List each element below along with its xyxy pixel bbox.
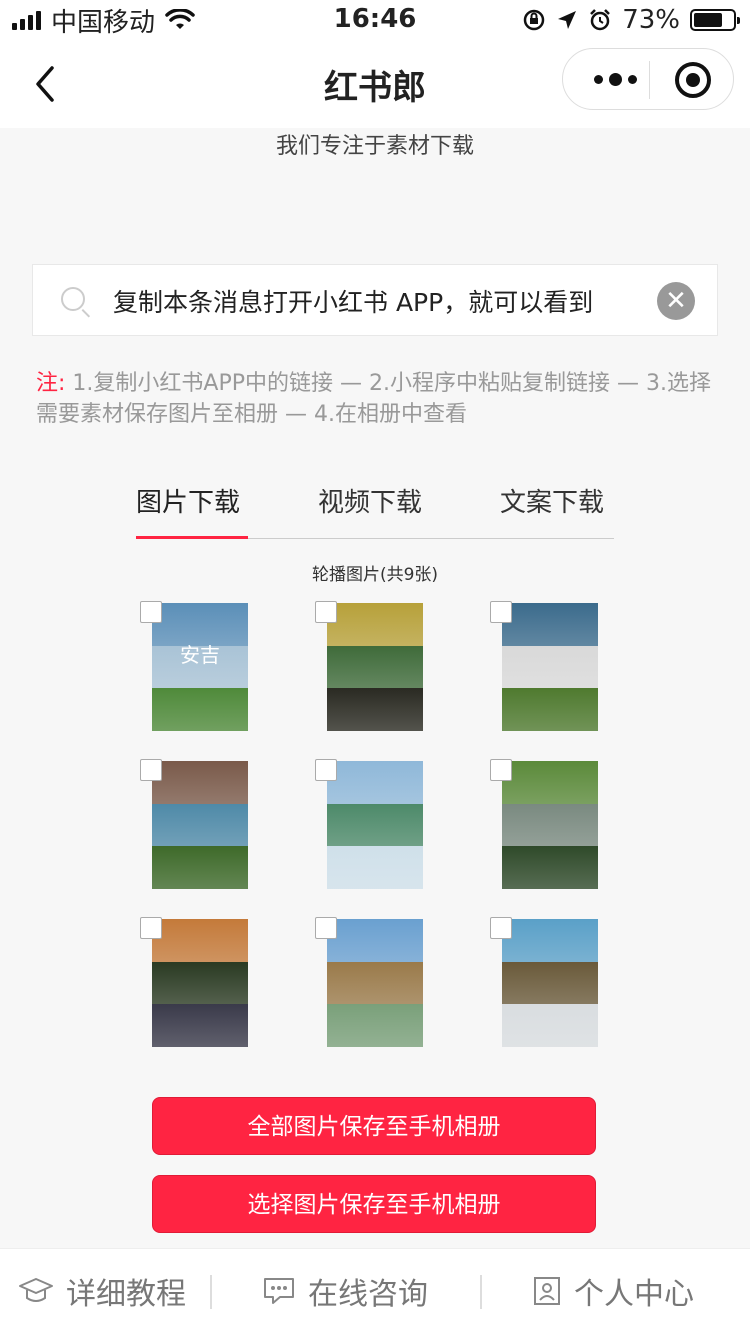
nav-bar: 红书郎	[0, 40, 750, 128]
image-segment	[327, 761, 423, 804]
battery-icon	[690, 9, 740, 31]
bottom-divider	[480, 1275, 482, 1309]
target-icon[interactable]	[675, 62, 711, 98]
image-segment	[152, 919, 248, 962]
bottom-tab-consult[interactable]: 在线咨询	[262, 1271, 428, 1312]
image-segment	[152, 688, 248, 731]
image-checkbox[interactable]	[315, 917, 337, 939]
download-tabs: 图片下载 视频下载 文案下载	[136, 474, 614, 539]
image-segment	[502, 1004, 598, 1047]
image-thumbnail[interactable]	[502, 603, 598, 731]
image-segment	[502, 961, 598, 1005]
image-segment	[502, 688, 598, 731]
mini-program-capsule	[562, 48, 734, 110]
image-segment	[327, 603, 423, 646]
image-segment	[502, 761, 598, 804]
location-icon	[558, 11, 577, 29]
image-segment	[502, 603, 598, 646]
bottom-tab-tutorial[interactable]: 详细教程	[18, 1271, 186, 1312]
save-selected-button[interactable]: 选择图片保存至手机相册	[152, 1175, 596, 1233]
bottom-tab-profile[interactable]: 个人中心	[532, 1271, 694, 1312]
chat-bubble-icon	[264, 1278, 294, 1304]
image-segment	[327, 919, 423, 962]
image-checkbox[interactable]	[315, 759, 337, 781]
notice-label: 注:	[36, 371, 66, 396]
image-segment	[152, 761, 248, 804]
image-checkbox[interactable]	[490, 601, 512, 623]
tab-video-download[interactable]: 视频下载	[318, 482, 422, 519]
bottom-tab-label: 在线咨询	[308, 1277, 428, 1312]
image-segment	[152, 846, 248, 889]
instructions-notice: 注: 1.复制小红书APP中的链接 — 2.小程序中粘贴复制链接 — 3.选择需…	[36, 368, 716, 430]
image-checkbox[interactable]	[140, 601, 162, 623]
image-checkbox[interactable]	[315, 601, 337, 623]
search-icon	[61, 287, 85, 311]
image-segment	[152, 1004, 248, 1047]
image-segment	[327, 688, 423, 731]
rotation-lock-icon	[523, 9, 545, 31]
tab-copy-download[interactable]: 文案下载	[500, 482, 604, 519]
more-dots-icon[interactable]	[587, 66, 643, 92]
image-overlay-text: 安吉	[180, 643, 220, 667]
page-subtitle: 我们专注于素材下载	[275, 134, 474, 159]
image-segment	[327, 961, 423, 1005]
image-thumbnail[interactable]	[502, 919, 598, 1047]
image-checkbox[interactable]	[490, 917, 512, 939]
image-count: 轮播图片(共9张)	[311, 565, 439, 585]
image-segment	[502, 645, 598, 689]
image-thumbnail[interactable]	[327, 603, 423, 731]
notice-text: 1.复制小红书APP中的链接 — 2.小程序中粘贴复制链接 — 3.选择需要素材…	[36, 371, 711, 427]
graduation-cap-icon	[19, 1278, 53, 1302]
bottom-tab-label: 个人中心	[574, 1277, 694, 1312]
image-segment	[327, 1004, 423, 1047]
image-segment	[502, 803, 598, 847]
image-checkbox[interactable]	[490, 759, 512, 781]
image-thumbnail[interactable]	[152, 919, 248, 1047]
image-thumbnail[interactable]: 安吉	[152, 603, 248, 731]
image-checkbox[interactable]	[140, 759, 162, 781]
image-thumbnail[interactable]	[327, 919, 423, 1047]
status-bar: 中国移动 16:46 73%	[0, 0, 750, 40]
image-thumbnail[interactable]	[502, 761, 598, 889]
tab-image-download[interactable]: 图片下载	[136, 482, 240, 519]
image-segment	[327, 645, 423, 689]
alarm-icon	[590, 9, 611, 31]
link-search-box: ✕	[32, 264, 718, 336]
image-thumbnail[interactable]	[327, 761, 423, 889]
image-thumbnail[interactable]	[152, 761, 248, 889]
image-checkbox[interactable]	[140, 917, 162, 939]
bottom-tab-label: 详细教程	[66, 1277, 186, 1312]
capsule-divider	[649, 61, 650, 99]
image-segment	[152, 961, 248, 1005]
clear-icon[interactable]: ✕	[657, 282, 695, 320]
image-segment	[152, 803, 248, 847]
status-right: 73%	[522, 5, 740, 35]
image-segment	[327, 803, 423, 847]
bottom-divider	[210, 1275, 212, 1309]
battery-percent: 73%	[622, 5, 680, 35]
image-segment	[327, 846, 423, 889]
image-segment	[502, 846, 598, 889]
link-input[interactable]	[113, 279, 653, 323]
save-all-button[interactable]: 全部图片保存至手机相册	[152, 1097, 596, 1155]
bottom-tab-bar: 详细教程 在线咨询 个人中心	[0, 1248, 750, 1335]
profile-card-icon	[534, 1277, 560, 1305]
active-tab-indicator	[136, 536, 248, 539]
image-segment	[502, 919, 598, 962]
